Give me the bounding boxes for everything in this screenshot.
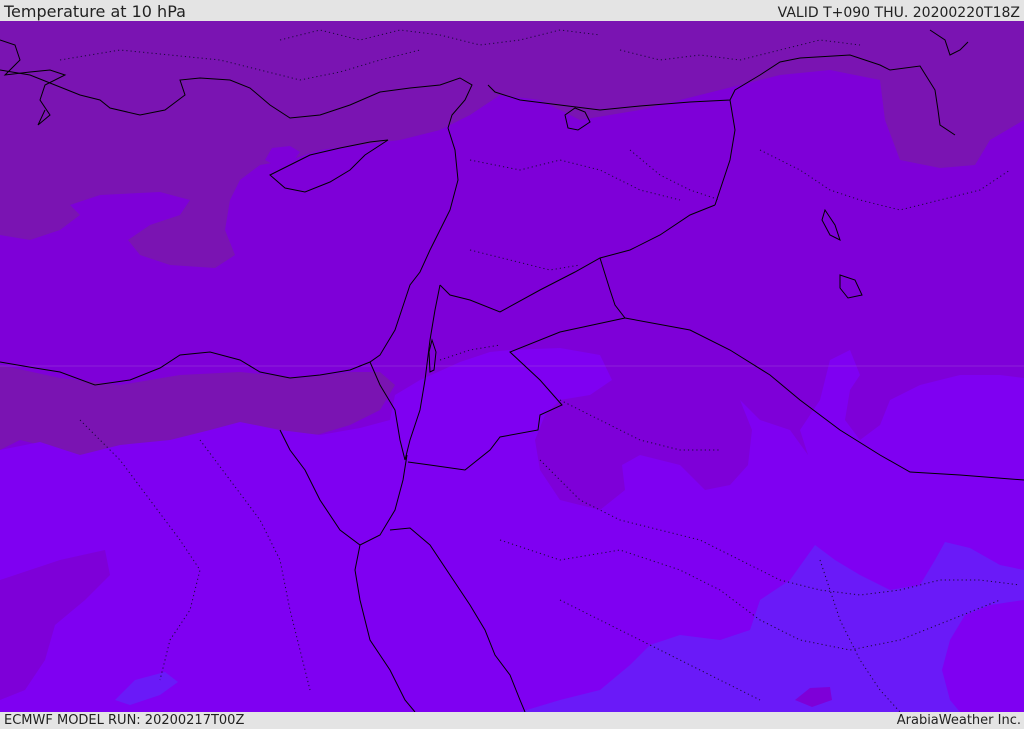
temperature-map — [0, 21, 1024, 712]
credit-label: ArabiaWeather Inc. — [896, 713, 1021, 728]
map-header: Temperature at 10 hPa VALID T+090 THU. 2… — [0, 0, 1024, 21]
map-footer: ECMWF MODEL RUN: 20200217T00Z ArabiaWeat… — [0, 712, 1024, 729]
valid-time: VALID T+090 THU. 20200220T18Z — [777, 5, 1020, 21]
model-run-label: ECMWF MODEL RUN: 20200217T00Z — [4, 713, 245, 728]
map-title: Temperature at 10 hPa — [4, 2, 186, 21]
